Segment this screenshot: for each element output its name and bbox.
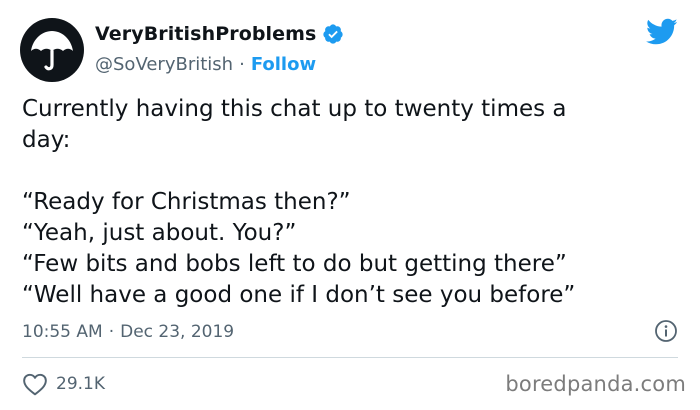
- display-name[interactable]: VeryBritishProblems: [95, 23, 316, 45]
- tweet-text-line: Currently having this chat up to twenty …: [22, 96, 567, 122]
- timestamp-separator: ·: [108, 322, 115, 342]
- follow-button[interactable]: Follow: [251, 54, 316, 75]
- tweet-text-line: day:: [22, 127, 71, 153]
- verified-badge-icon: [322, 23, 344, 45]
- quote-line: “Well have a good one if I don’t see you…: [22, 282, 576, 308]
- umbrella-icon: [31, 31, 73, 71]
- timestamp-row: 10:55 AM · Dec 23, 2019: [22, 318, 678, 346]
- handle[interactable]: @SoVeryBritish: [95, 54, 233, 75]
- heart-icon: [23, 373, 47, 396]
- like-count: 29.1K: [56, 374, 105, 394]
- tweet-text: Currently having this chat up to twenty …: [22, 94, 672, 311]
- name-row: VeryBritishProblems: [95, 20, 344, 48]
- divider: [22, 357, 678, 358]
- quote-line: “Few bits and bobs left to do but gettin…: [22, 251, 567, 277]
- info-icon[interactable]: [654, 319, 678, 343]
- watermark: boredpanda.com: [505, 372, 686, 396]
- handle-row: @SoVeryBritish · Follow: [95, 50, 344, 78]
- tweet-time[interactable]: 10:55 AM: [22, 322, 103, 342]
- tweet-date[interactable]: Dec 23, 2019: [120, 322, 234, 342]
- like-button[interactable]: 29.1K: [22, 370, 105, 398]
- quote-line: “Yeah, just about. You?”: [22, 220, 297, 246]
- tweet-card: VeryBritishProblems @SoVeryBritish · Fol…: [0, 0, 700, 410]
- handle-separator: ·: [239, 53, 245, 75]
- twitter-bird-icon[interactable]: [646, 18, 678, 46]
- quote-line: “Ready for Christmas then?”: [22, 189, 351, 215]
- author-block: VeryBritishProblems @SoVeryBritish · Fol…: [95, 20, 344, 78]
- avatar[interactable]: [20, 18, 84, 82]
